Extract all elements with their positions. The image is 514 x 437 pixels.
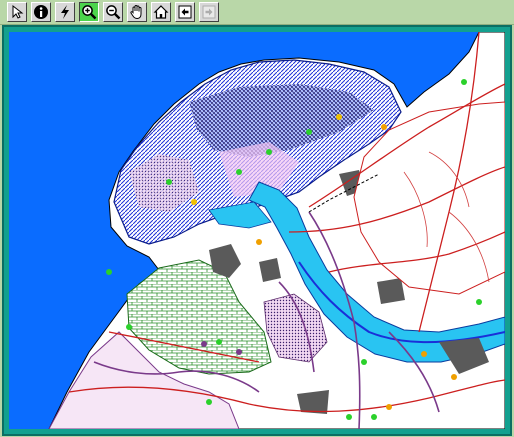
pan-tool-button[interactable] [127, 2, 147, 22]
map-frame [2, 25, 512, 436]
zoom-out-icon [106, 5, 121, 20]
select-tool-button[interactable] [7, 2, 27, 22]
info-icon [34, 5, 48, 19]
hotlink-tool-button[interactable] [55, 2, 75, 22]
urban-area-6 [259, 258, 281, 282]
back-tool-button[interactable] [175, 2, 195, 22]
home-icon [153, 5, 169, 19]
map-viewer-window [0, 0, 514, 437]
arrow-right-icon [202, 5, 216, 19]
arrow-left-icon [178, 5, 192, 19]
info-tool-button[interactable] [31, 2, 51, 22]
zoom-in-tool-button[interactable] [79, 2, 99, 22]
zoom-in-icon [82, 5, 97, 20]
home-tool-button[interactable] [151, 2, 171, 22]
zoom-out-tool-button[interactable] [103, 2, 123, 22]
forward-tool-button[interactable] [199, 2, 219, 22]
hand-icon [130, 4, 142, 20]
map-toolbar [0, 0, 514, 25]
urban-area-3 [377, 278, 405, 304]
arrow-pointer-icon [12, 4, 24, 19]
lightning-icon [61, 5, 69, 19]
map-drawing [9, 32, 505, 429]
map-canvas[interactable] [9, 32, 505, 429]
